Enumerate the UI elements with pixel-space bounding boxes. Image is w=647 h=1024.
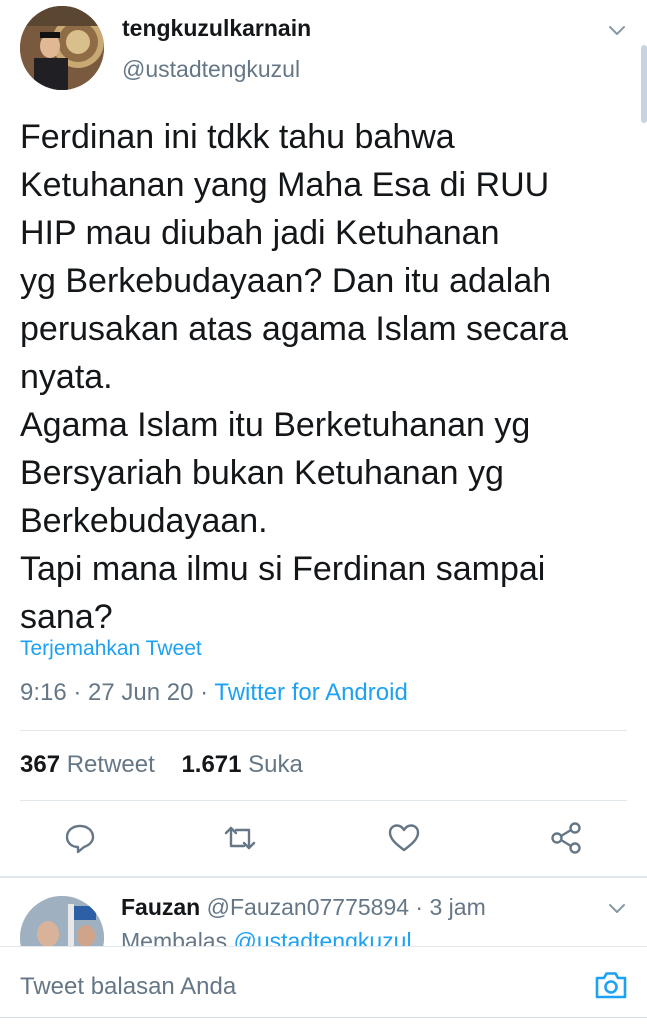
reply-avatar-image xyxy=(20,896,104,946)
retweet-icon[interactable] xyxy=(222,820,258,856)
divider xyxy=(20,730,627,731)
replying-to-mention[interactable]: @ustadtengkuzul xyxy=(233,928,411,946)
chevron-down-icon[interactable] xyxy=(607,898,627,918)
reply-item[interactable]: Fauzan @Fauzan07775894 · 3 jam Membalas … xyxy=(0,880,647,946)
tweet-metadata: 9:16 · 27 Jun 20 · Twitter for Android xyxy=(20,679,408,707)
author-avatar[interactable] xyxy=(20,6,104,90)
retweet-count: 367 xyxy=(20,751,61,778)
divider xyxy=(20,800,627,801)
reply-input[interactable]: Tweet balasan Anda xyxy=(20,973,236,1001)
replying-to: Membalas @ustadtengkuzul xyxy=(121,928,412,946)
retweet-label: Retweet xyxy=(66,751,155,778)
reply-author[interactable]: Fauzan @Fauzan07775894 · 3 jam xyxy=(121,894,486,921)
reply-time: 3 jam xyxy=(429,894,486,920)
like-label: Suka xyxy=(248,751,303,778)
translate-tweet-link[interactable]: Terjemahkan Tweet xyxy=(20,637,202,661)
like-count: 1.671 xyxy=(181,751,242,778)
author-avatar-image xyxy=(20,6,104,90)
tweet-source-link[interactable]: Twitter for Android xyxy=(214,679,407,706)
reply-composer[interactable]: Tweet balasan Anda xyxy=(0,946,647,1024)
scrollbar[interactable] xyxy=(641,45,647,123)
tweet-stats: 367 Retweet 1.671 Suka xyxy=(20,751,303,779)
reply-icon[interactable] xyxy=(62,820,98,856)
reply-avatar[interactable] xyxy=(20,896,104,946)
tweet-header: tengkuzulkarnain @ustadtengkuzul xyxy=(0,0,647,100)
meta-separator: · xyxy=(66,679,89,706)
author-display-name[interactable]: tengkuzulkarnain xyxy=(122,15,311,42)
share-icon[interactable] xyxy=(548,820,584,856)
meta-separator: · xyxy=(193,679,215,706)
like-stats[interactable]: 1.671 Suka xyxy=(181,751,302,778)
like-icon[interactable] xyxy=(386,820,422,856)
composer-underline xyxy=(0,1017,647,1018)
tweet-date: 27 Jun 20 xyxy=(88,679,194,706)
tweet-text: Ferdinan ini tdkk tahu bahwa Ketuhanan y… xyxy=(20,118,569,636)
reply-time-separator: · xyxy=(409,894,430,920)
retweet-stats[interactable]: 367 Retweet xyxy=(20,751,155,778)
section-divider xyxy=(0,876,647,878)
reply-handle: @Fauzan07775894 xyxy=(206,894,410,920)
replying-prefix: Membalas xyxy=(121,928,234,946)
tweet-time: 9:16 xyxy=(20,679,67,706)
author-handle[interactable]: @ustadtengkuzul xyxy=(122,56,300,83)
tweet-action-bar xyxy=(0,812,647,864)
reply-display-name: Fauzan xyxy=(121,894,201,920)
camera-icon[interactable] xyxy=(593,967,629,1003)
chevron-down-icon[interactable] xyxy=(607,20,627,40)
